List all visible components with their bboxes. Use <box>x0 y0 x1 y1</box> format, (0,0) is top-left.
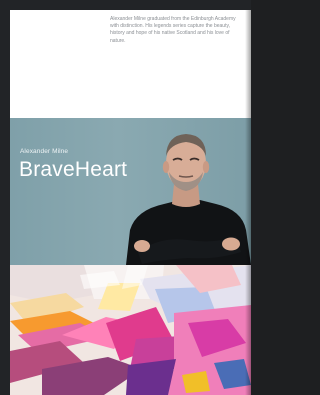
abstract-painting <box>10 265 251 395</box>
author-bio: Alexander Milne graduated from the Edinb… <box>110 16 236 44</box>
book-title: BraveHeart <box>19 158 128 181</box>
author-portrait <box>126 134 251 265</box>
author-name: Alexander Milne <box>20 148 69 155</box>
cover-hero-band: Alexander Milne BraveHeart <box>10 118 251 265</box>
book-cover: Alexander Milne graduated from the Edinb… <box>10 10 251 395</box>
device-frame: Alexander Milne graduated from the Edinb… <box>0 0 251 395</box>
right-edge-shadow <box>245 10 251 395</box>
cover-top-panel: Alexander Milne graduated from the Edinb… <box>10 10 251 118</box>
